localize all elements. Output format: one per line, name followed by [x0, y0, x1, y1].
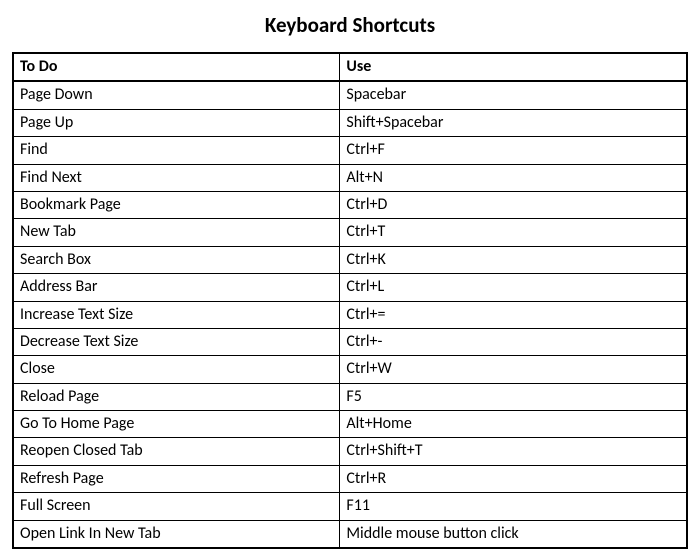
cell-todo: Page Down	[13, 81, 340, 109]
cell-use: Ctrl+F	[340, 137, 687, 164]
cell-todo: Bookmark Page	[13, 191, 340, 218]
cell-use: Ctrl+K	[340, 246, 687, 273]
cell-use: Ctrl+D	[340, 191, 687, 218]
cell-use: Alt+N	[340, 164, 687, 191]
table-row: FindCtrl+F	[13, 137, 687, 164]
cell-use: Ctrl+T	[340, 219, 687, 246]
cell-todo: Search Box	[13, 246, 340, 273]
cell-todo: Refresh Page	[13, 465, 340, 492]
cell-todo: Reload Page	[13, 383, 340, 410]
cell-todo: Address Bar	[13, 274, 340, 301]
cell-use: Ctrl+L	[340, 274, 687, 301]
cell-todo: New Tab	[13, 219, 340, 246]
table-header-row: To Do Use	[13, 53, 687, 81]
table-row: Search BoxCtrl+K	[13, 246, 687, 273]
table-row: Reopen Closed TabCtrl+Shift+T	[13, 438, 687, 465]
header-use: Use	[340, 53, 687, 81]
cell-use: Spacebar	[340, 81, 687, 109]
cell-todo: Find Next	[13, 164, 340, 191]
cell-todo: Go To Home Page	[13, 411, 340, 438]
cell-use: F5	[340, 383, 687, 410]
table-row: Bookmark PageCtrl+D	[13, 191, 687, 218]
table-row: CloseCtrl+W	[13, 356, 687, 383]
table-row: Full ScreenF11	[13, 493, 687, 520]
cell-use: Ctrl+Shift+T	[340, 438, 687, 465]
cell-use: Ctrl+=	[340, 301, 687, 328]
cell-use: Middle mouse button click	[340, 520, 687, 548]
cell-use: Alt+Home	[340, 411, 687, 438]
cell-use: Shift+Spacebar	[340, 109, 687, 136]
header-todo: To Do	[13, 53, 340, 81]
table-row: Page DownSpacebar	[13, 81, 687, 109]
table-row: Address BarCtrl+L	[13, 274, 687, 301]
table-row: Page UpShift+Spacebar	[13, 109, 687, 136]
table-row: Decrease Text SizeCtrl+-	[13, 328, 687, 355]
cell-use: Ctrl+R	[340, 465, 687, 492]
cell-todo: Full Screen	[13, 493, 340, 520]
table-row: Reload PageF5	[13, 383, 687, 410]
cell-todo: Page Up	[13, 109, 340, 136]
cell-todo: Open Link In New Tab	[13, 520, 340, 548]
table-row: Increase Text SizeCtrl+=	[13, 301, 687, 328]
cell-todo: Find	[13, 137, 340, 164]
cell-todo: Close	[13, 356, 340, 383]
cell-todo: Reopen Closed Tab	[13, 438, 340, 465]
cell-use: Ctrl+-	[340, 328, 687, 355]
table-row: Find NextAlt+N	[13, 164, 687, 191]
cell-use: F11	[340, 493, 687, 520]
cell-todo: Decrease Text Size	[13, 328, 340, 355]
cell-use: Ctrl+W	[340, 356, 687, 383]
table-row: New TabCtrl+T	[13, 219, 687, 246]
table-row: Open Link In New TabMiddle mouse button …	[13, 520, 687, 548]
table-row: Refresh PageCtrl+R	[13, 465, 687, 492]
page-title: Keyboard Shortcuts	[12, 12, 688, 38]
shortcuts-table: To Do Use Page DownSpacebarPage UpShift+…	[12, 52, 688, 549]
cell-todo: Increase Text Size	[13, 301, 340, 328]
table-row: Go To Home PageAlt+Home	[13, 411, 687, 438]
